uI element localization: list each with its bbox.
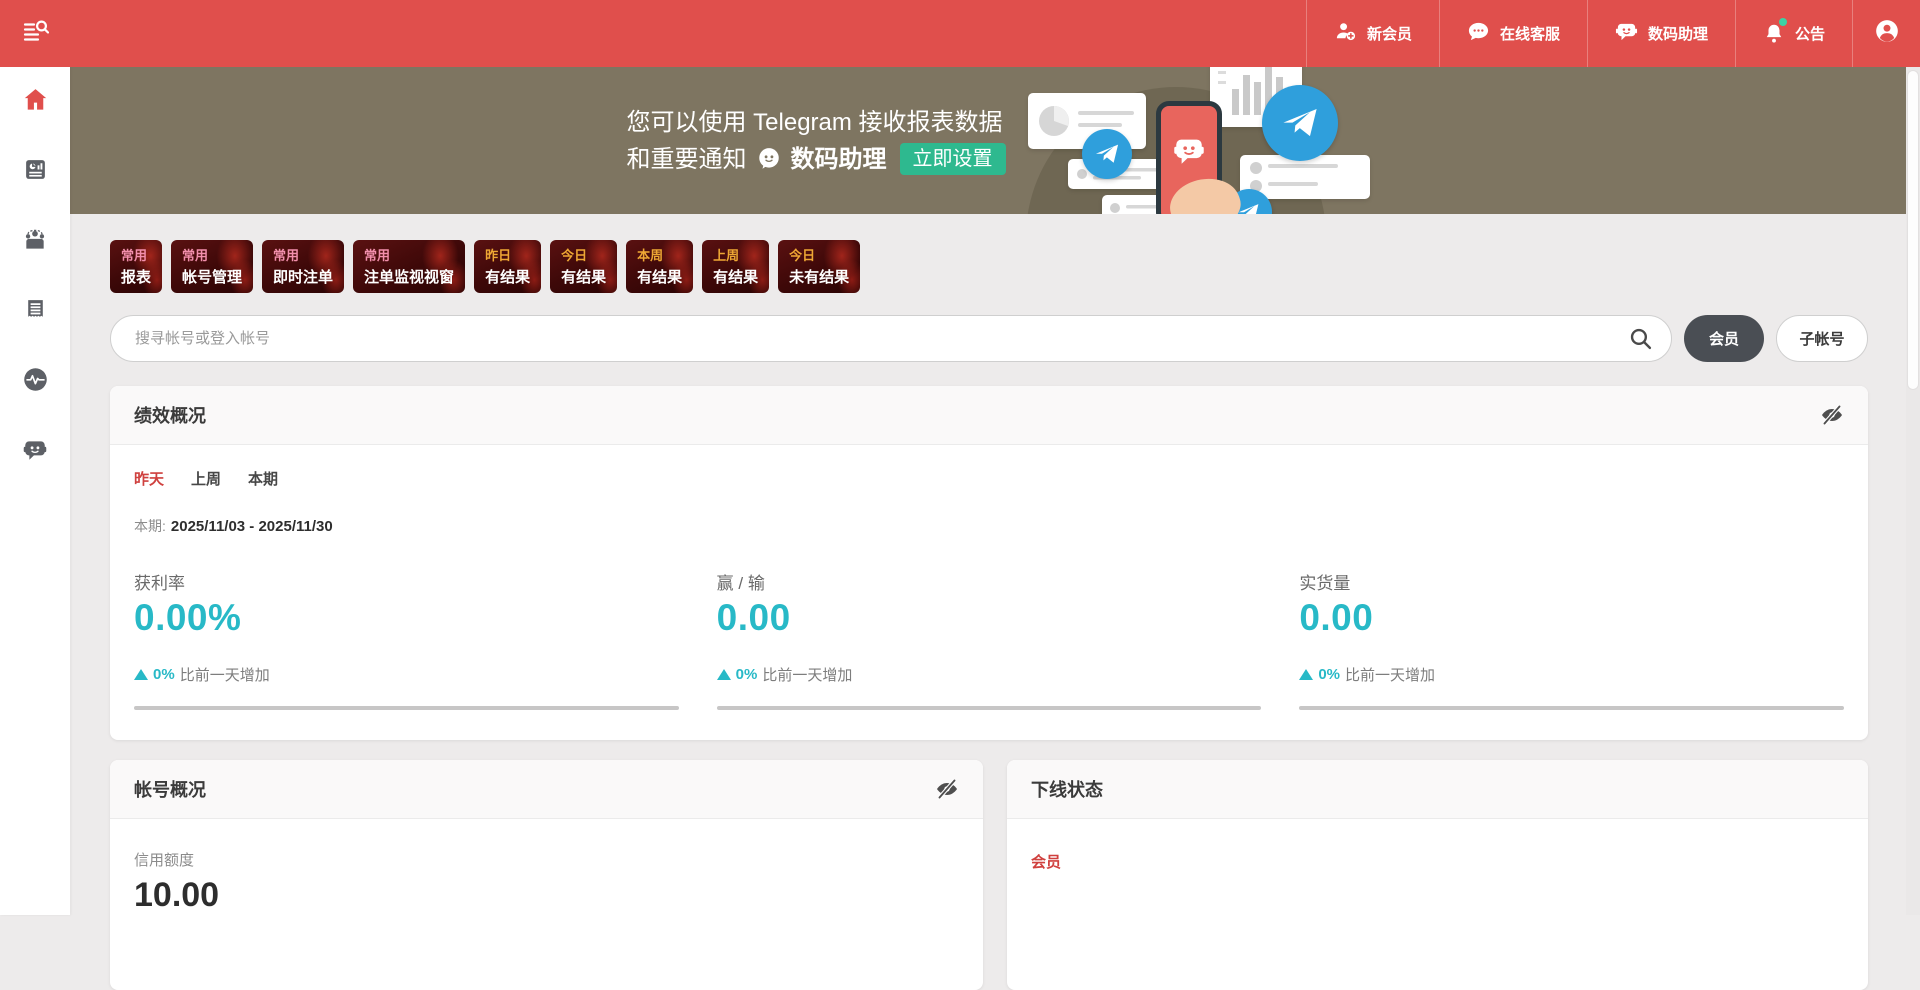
filter-subaccount-button[interactable]: 子帐号 (1776, 315, 1868, 362)
nav-item-new-member[interactable]: 新会员 (1306, 0, 1439, 67)
telegram-promo-banner: 您可以使用 Telegram 接收报表数据 和重要通知 数码助理 立即设置 (70, 67, 1906, 214)
search-box (110, 315, 1672, 362)
telegram-plane-icon (1082, 129, 1132, 179)
list-icon (23, 297, 48, 327)
robot-chat-icon (1615, 20, 1638, 47)
nav-item-announcements[interactable]: 公告 (1735, 0, 1852, 67)
downline-status-card: 下线状态 会员 (1007, 760, 1868, 990)
notification-dot (1779, 18, 1787, 26)
activity-icon (22, 366, 49, 398)
downline-card-title: 下线状态 (1031, 776, 1103, 802)
tab-last-week[interactable]: 上周 (191, 468, 221, 489)
quick-links-row: 常用 报表 常用 帐号管理 常用 即时注单 常用 注单监视视窗 昨日 有结果 今… (110, 240, 1868, 293)
home-icon (22, 86, 49, 118)
account-overview-card: 帐号概况 信用额度 10.00 (110, 760, 983, 990)
chat-dots-icon (1467, 20, 1490, 47)
nav-item-label: 公告 (1795, 23, 1825, 44)
bottom-cards-row: 帐号概况 信用额度 10.00 下线状态 会员 (110, 760, 1868, 990)
navbar-spacer (70, 0, 1306, 67)
quick-link-live-bets[interactable]: 常用 即时注单 (262, 240, 344, 293)
hamburger-search-icon (22, 19, 49, 48)
main-content: 常用 报表 常用 帐号管理 常用 即时注单 常用 注单监视视窗 昨日 有结果 今… (70, 214, 1906, 915)
sidebar-item-tickets[interactable] (0, 277, 70, 347)
agents-icon (22, 227, 48, 258)
sidebar-item-assistant[interactable] (0, 417, 70, 487)
quick-link-account-management[interactable]: 常用 帐号管理 (171, 240, 253, 293)
eye-off-icon[interactable] (1820, 403, 1844, 427)
performance-card-title: 绩效概况 (134, 402, 206, 428)
telegram-plane-icon (1262, 85, 1338, 161)
account-card-header: 帐号概况 (110, 760, 983, 819)
scrollbar-track[interactable] (1906, 67, 1920, 915)
performance-tabs: 昨天 上周 本期 (134, 468, 1844, 489)
quick-link-yesterday-results[interactable]: 昨日 有结果 (474, 240, 541, 293)
scrollbar-thumb[interactable] (1907, 70, 1919, 390)
sidebar-item-agents[interactable] (0, 207, 70, 277)
nav-item-label: 在线客服 (1500, 23, 1560, 44)
bot-bubble-icon (756, 146, 782, 172)
quick-link-today-results[interactable]: 今日 有结果 (550, 240, 617, 293)
top-navbar: 新会员 在线客服 数码助理 公告 (0, 0, 1920, 67)
metric-delta: 0% 比前一天增加 (1299, 664, 1844, 685)
triangle-up-icon (717, 669, 731, 680)
triangle-up-icon (134, 669, 148, 680)
metric-progress-bar (717, 706, 1262, 710)
banner-text: 您可以使用 Telegram 接收报表数据 和重要通知 数码助理 立即设置 (627, 104, 1006, 178)
user-avatar-button[interactable] (1852, 0, 1920, 67)
tab-yesterday[interactable]: 昨天 (134, 468, 164, 489)
person-add-icon (1334, 20, 1357, 47)
account-card-title: 帐号概况 (134, 776, 206, 802)
bell-icon (1763, 22, 1785, 45)
quick-link-bet-monitor[interactable]: 常用 注单监视视窗 (353, 240, 465, 293)
search-row: 会员 子帐号 (110, 315, 1868, 362)
nav-item-online-service[interactable]: 在线客服 (1439, 0, 1587, 67)
tab-current-period[interactable]: 本期 (248, 468, 278, 489)
report-icon (23, 157, 48, 187)
search-input[interactable] (110, 315, 1672, 362)
avatar-icon (1874, 18, 1900, 49)
metric-delta: 0% 比前一天增加 (717, 664, 1262, 685)
period-value: 2025/11/03 - 2025/11/30 (171, 518, 333, 535)
triangle-up-icon (1299, 669, 1313, 680)
quick-link-week-results[interactable]: 本周 有结果 (626, 240, 693, 293)
metric-delta: 0% 比前一天增加 (134, 664, 679, 685)
credit-limit-value: 10.00 (134, 876, 959, 915)
filter-member-button[interactable]: 会员 (1684, 315, 1764, 362)
metric-win-loss: 赢 / 输 0.00 0% 比前一天增加 (717, 569, 1262, 710)
banner-bot-name: 数码助理 (791, 141, 887, 178)
eye-off-icon[interactable] (935, 777, 959, 801)
quick-link-lastweek-results[interactable]: 上周 有结果 (702, 240, 769, 293)
period-range: 本期: 2025/11/03 - 2025/11/30 (134, 516, 1844, 536)
quick-link-today-no-results[interactable]: 今日 未有结果 (778, 240, 860, 293)
quick-link-reports[interactable]: 常用 报表 (110, 240, 162, 293)
banner-illustration (1040, 67, 1350, 214)
performance-overview-card: 绩效概况 昨天 上周 本期 本期: 2025/11/03 - 2025/11/30 (110, 386, 1868, 740)
period-label: 本期: (134, 518, 166, 534)
credit-limit-label: 信用额度 (134, 849, 959, 870)
search-icon[interactable] (1628, 326, 1653, 356)
sidebar-item-reports[interactable] (0, 137, 70, 207)
nav-item-label: 数码助理 (1648, 23, 1708, 44)
left-sidebar (0, 67, 70, 915)
performance-card-header: 绩效概况 (110, 386, 1868, 445)
metrics-grid: 获利率 0.00% 0% 比前一天增加 赢 / 输 0.00 0% (134, 569, 1844, 710)
banner-line2-prefix: 和重要通知 (627, 141, 747, 178)
menu-search-toggle[interactable] (0, 0, 70, 67)
metric-progress-bar (1299, 706, 1844, 710)
setup-now-button[interactable]: 立即设置 (900, 143, 1006, 175)
nav-item-digital-assistant[interactable]: 数码助理 (1587, 0, 1735, 67)
downline-member-tab[interactable]: 会员 (1031, 851, 1061, 872)
metric-profit-rate: 获利率 0.00% 0% 比前一天增加 (134, 569, 679, 710)
downline-card-header: 下线状态 (1007, 760, 1868, 819)
sidebar-item-activity[interactable] (0, 347, 70, 417)
banner-line1: 您可以使用 Telegram 接收报表数据 (627, 104, 1006, 141)
assistant-icon (22, 437, 48, 468)
metric-progress-bar (134, 706, 679, 710)
metric-turnover: 实货量 0.00 0% 比前一天增加 (1299, 569, 1844, 710)
sidebar-item-home[interactable] (0, 67, 70, 137)
nav-item-label: 新会员 (1367, 23, 1412, 44)
